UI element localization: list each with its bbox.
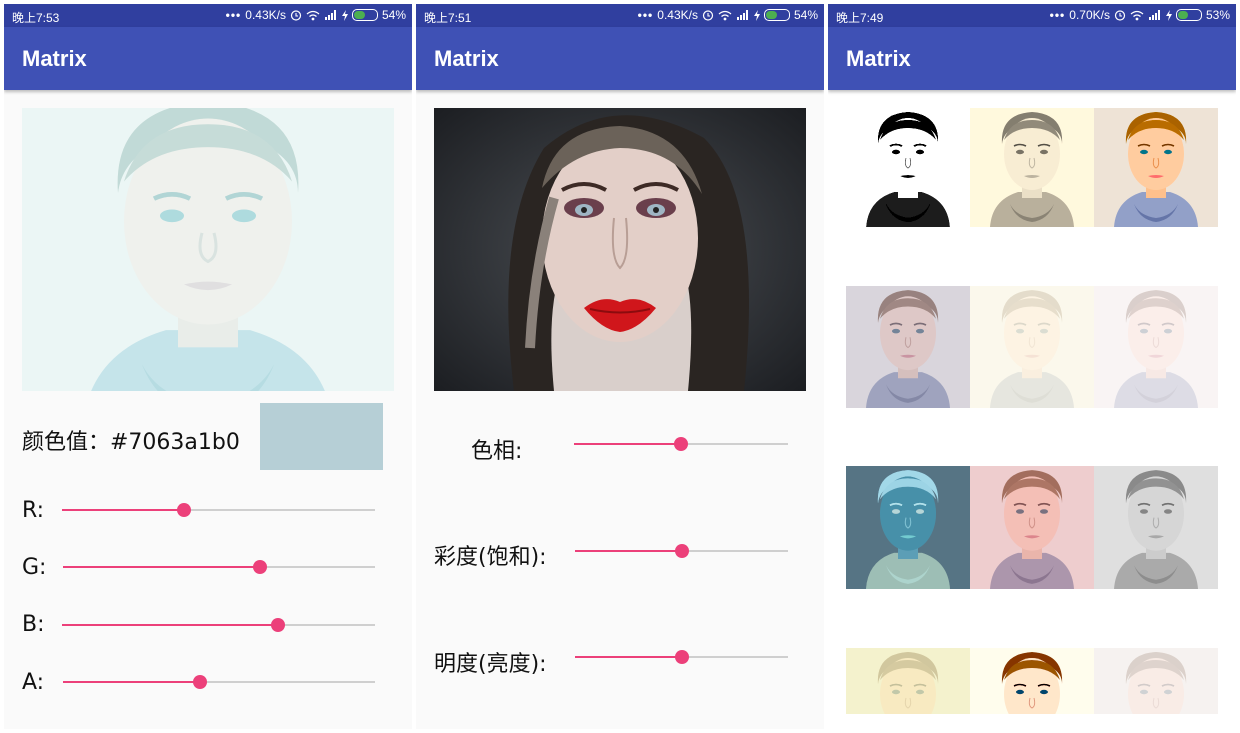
more-icon: ••• — [225, 8, 242, 22]
network-speed: 0.43K/s — [657, 8, 698, 22]
filter-thumb-high-contrast[interactable] — [970, 648, 1094, 714]
filter-thumb-overexposed[interactable] — [970, 286, 1094, 408]
charging-icon — [341, 9, 348, 21]
app-title: Matrix — [22, 46, 87, 71]
slider-label-hue: 色相: — [471, 439, 523, 464]
alarm-icon — [702, 9, 714, 21]
app-bar: Matrix — [828, 27, 1236, 90]
filter-thumb-yellow[interactable] — [846, 648, 970, 714]
status-bar: 晚上7:49 ••• 0.70K/s 53% — [828, 4, 1236, 27]
slider-lightness[interactable] — [575, 647, 788, 667]
screen-filter-gallery: 晚上7:49 ••• 0.70K/s 53% Matrix — [828, 4, 1236, 729]
slider-thumb[interactable] — [252, 560, 267, 574]
status-right: ••• 0.43K/s 54% — [638, 8, 818, 22]
battery-icon — [1175, 9, 1202, 21]
status-time: 晚上7:51 — [424, 11, 472, 25]
slider-a[interactable] — [63, 672, 375, 692]
slider-g[interactable] — [63, 557, 375, 577]
wifi-icon — [306, 10, 320, 21]
slider-thumb[interactable] — [674, 650, 689, 664]
slider-label-g: G: — [22, 555, 47, 580]
filter-thumb-negative[interactable] — [846, 466, 970, 589]
status-bar: 晚上7:51 ••• 0.43K/s 54% — [416, 4, 824, 27]
slider-thumb[interactable] — [177, 503, 192, 517]
slider-thumb[interactable] — [193, 675, 208, 689]
app-title: Matrix — [434, 46, 499, 71]
app-bar: Matrix — [4, 27, 412, 90]
alarm-icon — [1114, 9, 1126, 21]
slider-r[interactable] — [62, 500, 375, 520]
slider-label-b: B: — [22, 612, 45, 637]
status-time: 晚上7:49 — [836, 11, 884, 25]
network-speed: 0.70K/s — [1069, 8, 1110, 22]
slider-label-a: A: — [22, 670, 45, 695]
app-title: Matrix — [846, 46, 911, 71]
app-bar: Matrix — [416, 27, 824, 90]
preview-photo — [22, 108, 394, 391]
battery-percent: 54% — [381, 8, 406, 22]
slider-label-saturation: 彩度(饱和): — [434, 545, 547, 570]
filter-thumb-grayscale[interactable] — [1094, 466, 1218, 589]
signal-icon — [1148, 10, 1162, 20]
preview-photo — [434, 108, 806, 391]
filter-thumb-vivid[interactable] — [1094, 108, 1218, 227]
wifi-icon — [718, 10, 732, 21]
filter-thumb-sepia[interactable] — [970, 108, 1094, 227]
slider-hue[interactable] — [574, 434, 788, 454]
alarm-icon — [290, 9, 302, 21]
signal-icon — [736, 10, 750, 20]
filter-thumb-bright[interactable] — [1094, 286, 1218, 408]
status-right: ••• 0.70K/s 53% — [1050, 8, 1230, 22]
wifi-icon — [1130, 10, 1144, 21]
more-icon: ••• — [637, 8, 654, 22]
battery-icon — [763, 9, 790, 21]
slider-thumb[interactable] — [674, 544, 689, 558]
slider-b[interactable] — [62, 615, 375, 635]
filter-thumb-cool-gray[interactable] — [846, 286, 970, 408]
status-time: 晚上7:53 — [12, 11, 60, 25]
status-bar: 晚上7:53 ••• 0.43K/s 54% — [4, 4, 412, 27]
battery-icon — [351, 9, 378, 21]
slider-thumb[interactable] — [674, 437, 688, 451]
charging-icon — [753, 9, 760, 21]
slider-thumb[interactable] — [270, 618, 285, 632]
filter-thumb-pink[interactable] — [970, 466, 1094, 589]
network-speed: 0.43K/s — [245, 8, 286, 22]
battery-percent: 54% — [793, 8, 818, 22]
screen-hue-saturation: 晚上7:51 ••• 0.43K/s 54% Matrix 色相: 彩度(饱和)… — [416, 4, 824, 729]
filter-thumb-faded[interactable] — [1094, 648, 1218, 714]
color-value-label: 颜色值：#7063a1b0 — [22, 430, 240, 455]
color-swatch — [260, 403, 383, 470]
charging-icon — [1165, 9, 1172, 21]
status-right: ••• 0.43K/s 54% — [226, 8, 406, 22]
screen-color-picker: 晚上7:53 ••• 0.43K/s 54% Matrix 颜色值：#7063a… — [4, 4, 412, 729]
signal-icon — [324, 10, 338, 20]
battery-percent: 53% — [1205, 8, 1230, 22]
more-icon: ••• — [1049, 8, 1066, 22]
filter-thumb-sketch[interactable] — [846, 108, 970, 227]
slider-label-r: R: — [22, 498, 45, 523]
slider-label-lightness: 明度(亮度): — [434, 652, 547, 677]
slider-saturation[interactable] — [575, 541, 788, 561]
